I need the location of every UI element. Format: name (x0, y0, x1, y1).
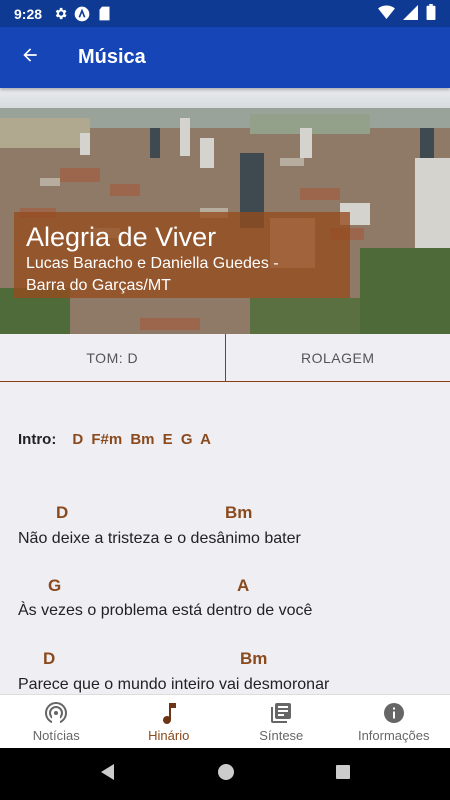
tom-button[interactable]: TOM: D (0, 334, 226, 381)
nav-label: Hinário (148, 728, 190, 743)
info-icon (381, 700, 407, 726)
nav-noticias[interactable]: Notícias (0, 695, 113, 748)
library-books-icon (268, 700, 294, 726)
app-notification-icon (74, 6, 90, 22)
song-artist-line-2: Barra do Garças/MT (26, 277, 171, 294)
system-navigation-bar (0, 748, 450, 800)
song-artist-line-1: Lucas Baracho e Daniella Guedes - (26, 255, 279, 272)
chord: Bm (225, 503, 253, 522)
status-bar: 9:28 (0, 0, 450, 27)
wifi-icon (378, 5, 395, 22)
nav-label: Informações (357, 728, 430, 743)
nav-informacoes[interactable]: Informações (338, 695, 450, 748)
page-title: Música (78, 46, 146, 68)
song-caption: Alegria de Viver Lucas Baracho e Daniell… (14, 212, 350, 298)
back-button[interactable] (0, 27, 60, 88)
song-title: Alegria de Viver (26, 222, 217, 252)
home-circle-icon[interactable] (217, 763, 235, 786)
chord: A (237, 576, 250, 595)
arrow-back-icon (20, 45, 40, 70)
signal-icon (403, 4, 418, 23)
intro-label: Intro: (18, 431, 57, 448)
music-note-icon (156, 700, 182, 726)
battery-icon (426, 4, 436, 23)
chord: D (43, 649, 56, 668)
lyric-line: Às vezes o problema está dentro de você (18, 602, 313, 619)
intro-line: Intro: D F#m Bm E G A (18, 431, 211, 448)
song-cover-image: Alegria de Viver Lucas Baracho e Daniell… (0, 88, 450, 334)
nav-label: Síntese (259, 728, 304, 743)
app-bar: Música (0, 27, 450, 88)
chord: D (56, 503, 69, 522)
lyric-line: Não deixe a tristeza e o desânimo bater (18, 530, 301, 547)
back-triangle-icon[interactable] (99, 763, 117, 786)
nav-hinario[interactable]: Hinário (113, 695, 226, 748)
song-options-bar: TOM: D ROLAGEM (0, 334, 450, 382)
chord: G (48, 576, 62, 595)
broadcast-icon (43, 700, 69, 726)
lyrics-content[interactable]: Intro: D F#m Bm E G A D Bm Não deixe a tr… (0, 383, 450, 694)
recents-square-icon[interactable] (335, 764, 351, 785)
intro-chords: D F#m Bm E G A (72, 431, 211, 448)
nav-sintese[interactable]: Síntese (225, 695, 338, 748)
settings-gear-icon (52, 6, 68, 22)
sd-card-icon (96, 6, 112, 22)
nav-label: Notícias (32, 728, 80, 743)
rolagem-button[interactable]: ROLAGEM (226, 334, 450, 381)
chord: Bm (240, 649, 268, 668)
bottom-navigation: Notícias Hinário Síntese Informações (0, 694, 450, 748)
status-time: 9:28 (14, 5, 43, 22)
lyric-line: Parece que o mundo inteiro vai desmorona… (18, 676, 330, 693)
